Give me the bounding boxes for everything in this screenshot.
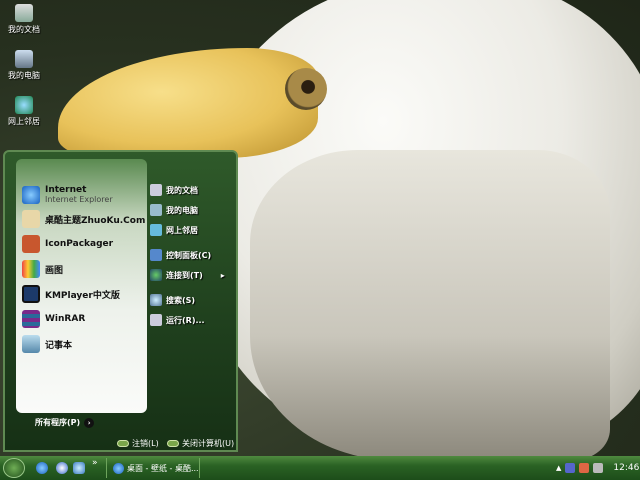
program-label: Internet [45, 185, 87, 195]
menu-label: 我的电脑 [166, 205, 198, 215]
quicklaunch-overflow-button[interactable]: » [92, 458, 98, 468]
menu-search[interactable]: 搜索(S) [150, 294, 195, 306]
network-icon [15, 96, 33, 114]
documents-icon [150, 184, 162, 196]
program-label: 记事本 [45, 340, 73, 351]
program-iconpackager[interactable]: IconPackager [22, 235, 113, 253]
program-label: 桌酷主题ZhuoKu.Com [45, 215, 146, 226]
run-icon [150, 314, 162, 326]
logoff-icon [117, 440, 129, 447]
ie-icon [113, 462, 124, 474]
all-programs-button[interactable]: 所有程序(P) › [35, 417, 95, 428]
iconpackager-icon [22, 235, 40, 253]
quicklaunch-desktop-icon[interactable] [73, 462, 85, 474]
volume-tray-icon[interactable] [593, 463, 604, 473]
wallpaper-eagle-beak [58, 48, 318, 158]
menu-label: 连接到(T) [166, 270, 203, 280]
menu-label: 网上邻居 [166, 225, 198, 235]
taskbar-window-label: 桌面 - 壁纸 - 桌酷... [127, 463, 199, 473]
messenger-tray-icon[interactable] [579, 463, 590, 473]
kmplayer-icon [22, 285, 40, 303]
program-winrar[interactable]: WinRAR [22, 310, 85, 328]
desktop: 我的文档 我的电脑 网上邻居 Internet Internet Explorer… [0, 0, 640, 456]
shutdown-icon [167, 440, 179, 447]
start-menu-programs-pane: Internet Internet Explorer 桌酷主题ZhuoKu.Com… [16, 159, 147, 413]
desktop-icon-network[interactable]: 网上邻居 [4, 96, 44, 127]
taskbar: » 桌面 - 壁纸 - 桌酷... ▲ 12:46 [0, 456, 640, 480]
program-label: IconPackager [45, 239, 114, 249]
logoff-button[interactable]: 注销(L) [117, 438, 159, 449]
documents-icon [15, 4, 33, 22]
program-kmplayer[interactable]: KMPlayer中文版 [22, 285, 120, 303]
desktop-icon-label: 我的文档 [8, 25, 40, 34]
arrow-right-icon: › [84, 417, 95, 428]
computer-icon [15, 50, 33, 68]
shutdown-label: 关闭计算机(U) [182, 439, 235, 448]
desktop-icon-label: 网上邻居 [8, 117, 40, 126]
paint-icon [22, 260, 40, 278]
start-button[interactable] [3, 458, 25, 478]
program-label: KMPlayer中文版 [45, 290, 120, 301]
desktop-icon-my-documents[interactable]: 我的文档 [4, 4, 44, 35]
network-icon [150, 224, 162, 236]
program-notepad[interactable]: 记事本 [22, 335, 72, 353]
taskbar-window-button[interactable]: 桌面 - 壁纸 - 桌酷... [106, 458, 200, 478]
notepad-icon [22, 335, 40, 353]
menu-label: 控制面板(C) [166, 250, 212, 260]
ie-icon [22, 185, 40, 204]
desktop-icon-label: 我的电脑 [8, 71, 40, 80]
computer-icon [150, 204, 162, 216]
program-paint[interactable]: 画图 [22, 260, 63, 278]
quicklaunch-ie-icon[interactable] [36, 462, 48, 474]
program-sublabel: Internet Explorer [45, 195, 113, 204]
menu-label: 运行(R)... [166, 315, 205, 325]
menu-label: 搜索(S) [166, 295, 196, 305]
system-tray: ▲ 12:46 [548, 456, 640, 480]
clock[interactable]: 12:46 [613, 463, 639, 473]
zhuoku-icon [22, 210, 40, 228]
menu-my-computer[interactable]: 我的电脑 [150, 204, 198, 216]
quicklaunch-browser-icon[interactable] [56, 462, 68, 474]
program-zhuoku[interactable]: 桌酷主题ZhuoKu.Com [22, 210, 145, 228]
network-tray-icon[interactable] [565, 463, 576, 473]
submenu-arrow-icon: ▸ [220, 270, 225, 280]
program-internet-explorer[interactable]: Internet Internet Explorer [22, 185, 113, 204]
all-programs-label: 所有程序(P) [35, 418, 81, 427]
winrar-icon [22, 310, 40, 328]
program-label: WinRAR [45, 314, 86, 324]
tray-expand-icon[interactable]: ▲ [556, 464, 561, 472]
menu-label: 我的文档 [166, 185, 198, 195]
connect-icon [150, 269, 162, 281]
start-menu: Internet Internet Explorer 桌酷主题ZhuoKu.Com… [3, 150, 238, 452]
shutdown-button[interactable]: 关闭计算机(U) [167, 438, 234, 449]
menu-my-documents[interactable]: 我的文档 [150, 184, 198, 196]
wallpaper-eagle-eye [285, 68, 327, 110]
menu-control-panel[interactable]: 控制面板(C) [150, 249, 211, 261]
program-label: 画图 [45, 265, 64, 276]
control-panel-icon [150, 249, 162, 261]
logoff-label: 注销(L) [132, 439, 159, 448]
search-icon [150, 294, 162, 306]
wallpaper-eagle-neck [250, 150, 610, 456]
desktop-icon-my-computer[interactable]: 我的电脑 [4, 50, 44, 81]
menu-run[interactable]: 运行(R)... [150, 314, 205, 326]
menu-network[interactable]: 网上邻居 [150, 224, 198, 236]
menu-connect-to[interactable]: 连接到(T) ▸ [150, 269, 225, 281]
